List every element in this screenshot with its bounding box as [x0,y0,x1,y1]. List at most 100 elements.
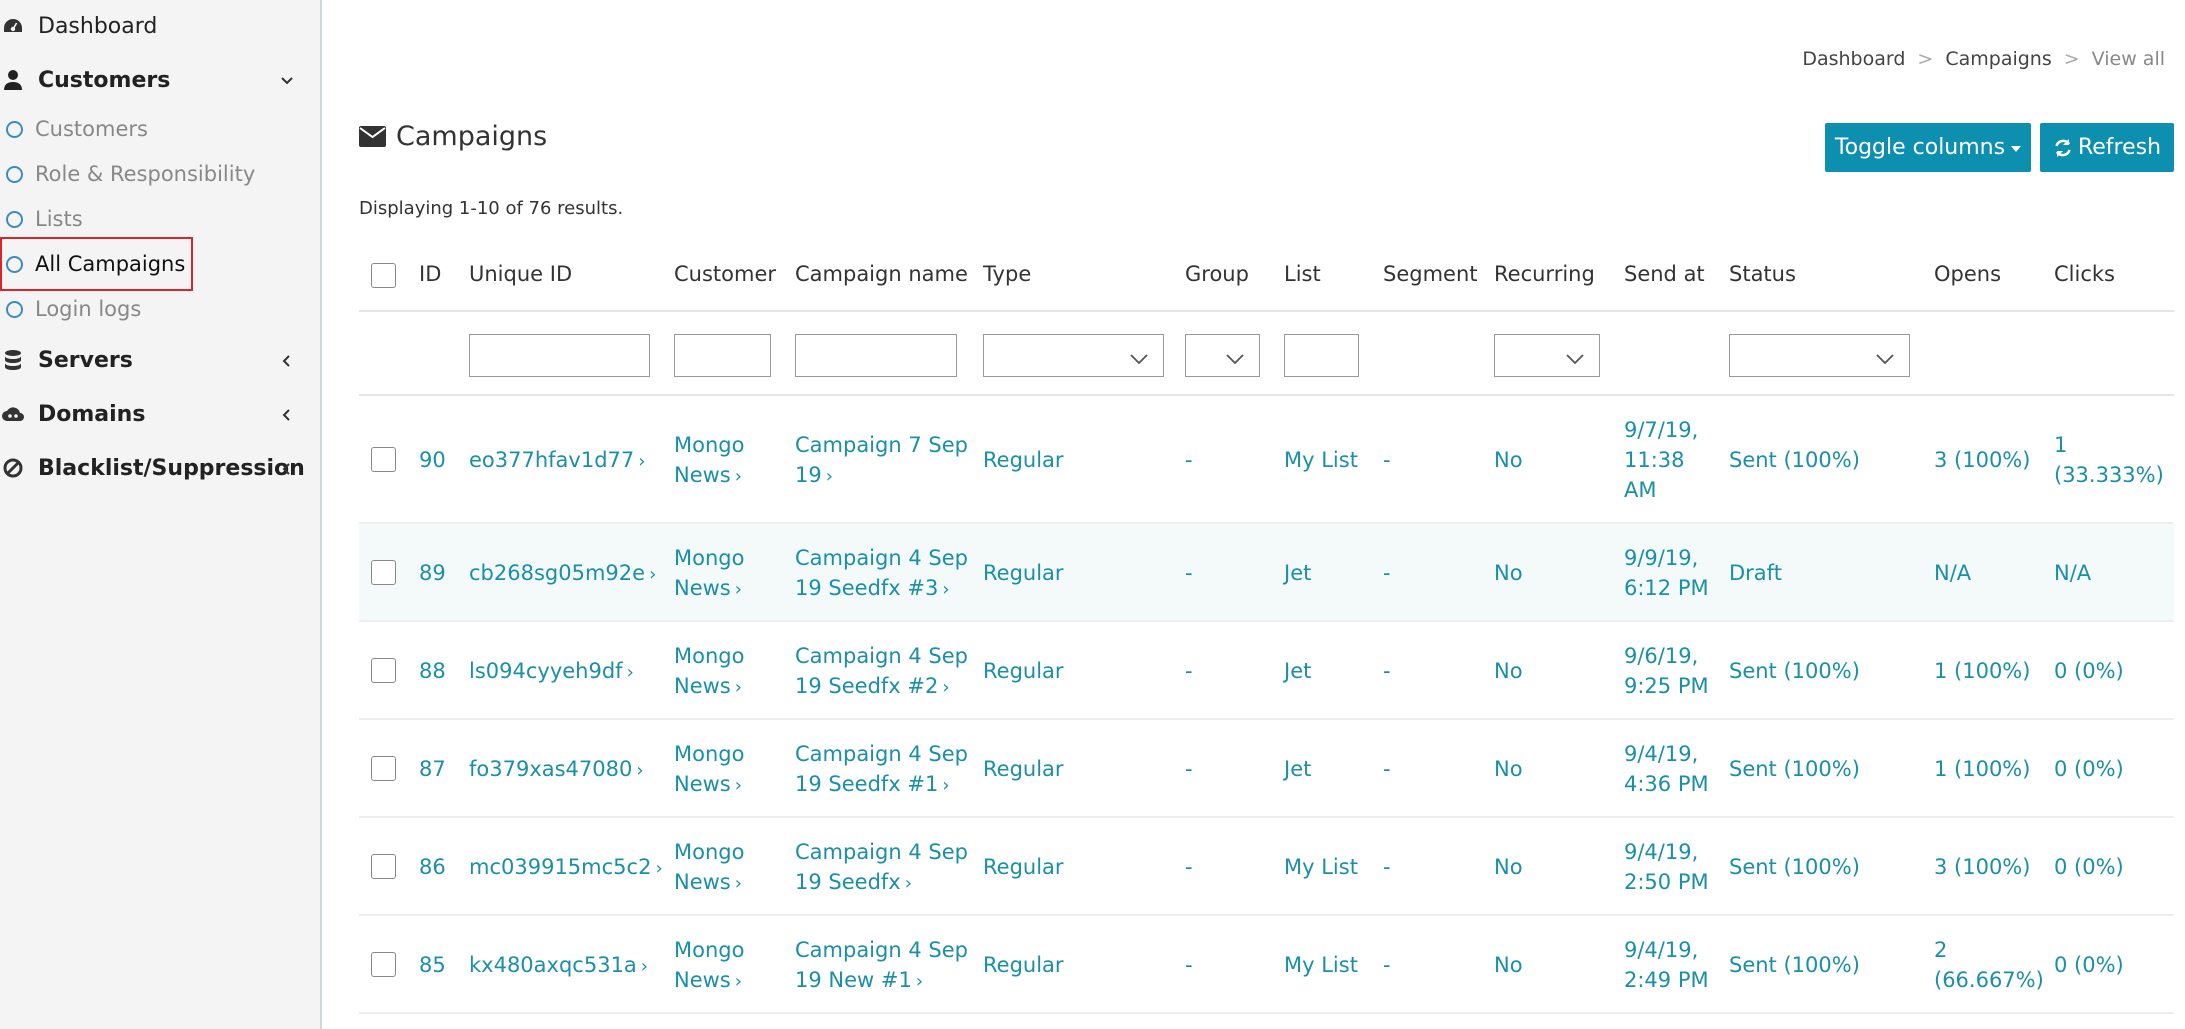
cell-clicks-text: 0 (0%) [2054,659,2124,683]
cell-id-text: 89 [419,561,446,585]
filter-status-select[interactable] [1729,334,1910,377]
cell-group: - [1185,656,1193,686]
filter-recurring-select[interactable] [1494,334,1600,377]
cell-customer-text: News [674,463,731,487]
filter-group-select[interactable] [1185,334,1260,377]
cell-customer[interactable]: Mongo News › [674,935,744,997]
cell-recurring-text: No [1494,953,1523,977]
cell-campaign-name[interactable]: Campaign 4 Sep 19 Seedfx #2 › [795,641,968,703]
user-icon [0,69,26,91]
sidebar-subitem-login-logs[interactable]: Login logs [0,287,320,331]
refresh-button[interactable]: Refresh [2040,123,2174,172]
column-header[interactable]: Campaign name [795,262,968,286]
cell-list-text: Jet [1284,757,1312,781]
chevron-right-icon: › [734,677,742,698]
cell-group-text: - [1185,659,1193,683]
breadcrumb-dashboard[interactable]: Dashboard [1802,48,1905,70]
breadcrumb-campaigns[interactable]: Campaigns [1945,48,2051,70]
cell-campaign-name-text: 19 Seedfx [795,870,901,894]
sidebar-subitem-role-responsibility[interactable]: Role & Responsibility [0,152,320,196]
database-icon [0,349,26,371]
column-header[interactable]: List [1284,262,1321,286]
cell-campaign-name[interactable]: Campaign 4 Sep 19 Seedfx › [795,837,968,899]
row-checkbox[interactable] [371,756,396,781]
select-all-checkbox[interactable] [371,263,396,288]
cell-status: Sent (100%) [1729,852,1860,882]
cell-list-text: My List [1284,855,1358,879]
table-row: 87 fo379xas47080 › Mongo News › Campaign 4 Sep… [359,720,2174,818]
cell-unique-id[interactable]: mc039915mc5c2 › [469,852,663,884]
cell-unique-id[interactable]: eo377hfav1d77 › [469,445,645,477]
cell-unique-id-text: ls094cyyeh9df [469,659,623,683]
cell-id[interactable]: 89 [419,558,446,588]
cell-campaign-name[interactable]: Campaign 4 Sep 19 Seedfx #1 › [795,739,968,801]
cell-recurring: No [1494,558,1523,588]
column-header[interactable]: Recurring [1494,262,1595,286]
column-header[interactable]: Type [983,262,1031,286]
row-checkbox[interactable] [371,952,396,977]
chevron-right-icon: › [734,775,742,796]
column-header[interactable]: Clicks [2054,262,2115,286]
cell-campaign-name[interactable]: Campaign 4 Sep 19 New #1 › [795,935,968,997]
sidebar-item-blacklist[interactable]: Blacklist/Suppression [0,442,320,494]
cell-list[interactable]: My List [1284,950,1358,980]
cell-unique-id[interactable]: cb268sg05m92e › [469,558,656,590]
cell-unique-id[interactable]: kx480axqc531a › [469,950,648,982]
cell-campaign-name[interactable]: Campaign 7 Sep 19 › [795,430,968,492]
column-header[interactable]: Customer [674,262,776,286]
row-checkbox[interactable] [371,658,396,683]
cell-segment: - [1383,656,1391,686]
cell-customer[interactable]: Mongo News › [674,430,744,492]
cell-list[interactable]: Jet [1284,558,1311,588]
sidebar-item-dashboard[interactable]: Dashboard [0,0,320,52]
toggle-columns-label: Toggle columns [1834,135,2006,160]
sidebar-item-domains[interactable]: Domains [0,388,320,440]
cell-list[interactable]: My List [1284,445,1358,475]
cell-id[interactable]: 86 [419,852,446,882]
cell-campaign-name[interactable]: Campaign 4 Sep 19 Seedfx #3 › [795,543,968,605]
sidebar-item-servers[interactable]: Servers [0,334,320,386]
cell-list[interactable]: Jet [1284,656,1311,686]
table-row: 88 ls094cyyeh9df › Mongo News › Campaign 4 Sep… [359,622,2174,720]
filter-type-select[interactable] [983,334,1164,377]
toggle-columns-button[interactable]: Toggle columns [1825,123,2031,172]
cell-type: Regular [983,445,1064,475]
row-checkbox[interactable] [371,560,396,585]
cell-customer[interactable]: Mongo News › [674,739,744,801]
row-checkbox[interactable] [371,447,396,472]
cell-unique-id[interactable]: ls094cyyeh9df › [469,656,634,688]
cell-list[interactable]: My List [1284,852,1358,882]
row-checkbox[interactable] [371,854,396,879]
cell-id[interactable]: 88 [419,656,446,686]
column-header[interactable]: Unique ID [469,262,572,286]
cell-list[interactable]: Jet [1284,754,1311,784]
column-header[interactable]: Status [1729,262,1796,286]
cell-customer[interactable]: Mongo News › [674,641,744,703]
cell-id[interactable]: 85 [419,950,446,980]
column-header[interactable]: Opens [1934,262,2001,286]
cell-list-text: Jet [1284,659,1312,683]
filter-customer-input[interactable] [674,334,771,377]
column-header[interactable]: Segment [1383,262,1478,286]
sidebar-subitem-lists[interactable]: Lists [0,197,320,241]
cell-id[interactable]: 87 [419,754,446,784]
chevron-right-icon: › [636,760,644,781]
cell-segment: - [1383,445,1391,475]
cell-recurring-text: No [1494,561,1523,585]
cell-segment: - [1383,852,1391,882]
cell-send-at: 9/4/19, 4:36 PM [1624,739,1709,799]
column-header[interactable]: ID [419,262,441,286]
cell-customer[interactable]: Mongo News › [674,837,744,899]
filter-list-input[interactable] [1284,334,1359,377]
filter-unique-id-input[interactable] [469,334,650,377]
cell-customer[interactable]: Mongo News › [674,543,744,605]
cell-opens: N/A [1934,558,1971,588]
sidebar-subitem-customers[interactable]: Customers [0,107,320,151]
cell-unique-id[interactable]: fo379xas47080 › [469,754,644,786]
sidebar-item-customers[interactable]: Customers [0,54,320,106]
column-header[interactable]: Send at [1624,262,1705,286]
cell-opens-text: 2 [1934,938,1948,962]
cell-id[interactable]: 90 [419,445,446,475]
column-header[interactable]: Group [1185,262,1249,286]
filter-campaign-name-input[interactable] [795,334,957,377]
